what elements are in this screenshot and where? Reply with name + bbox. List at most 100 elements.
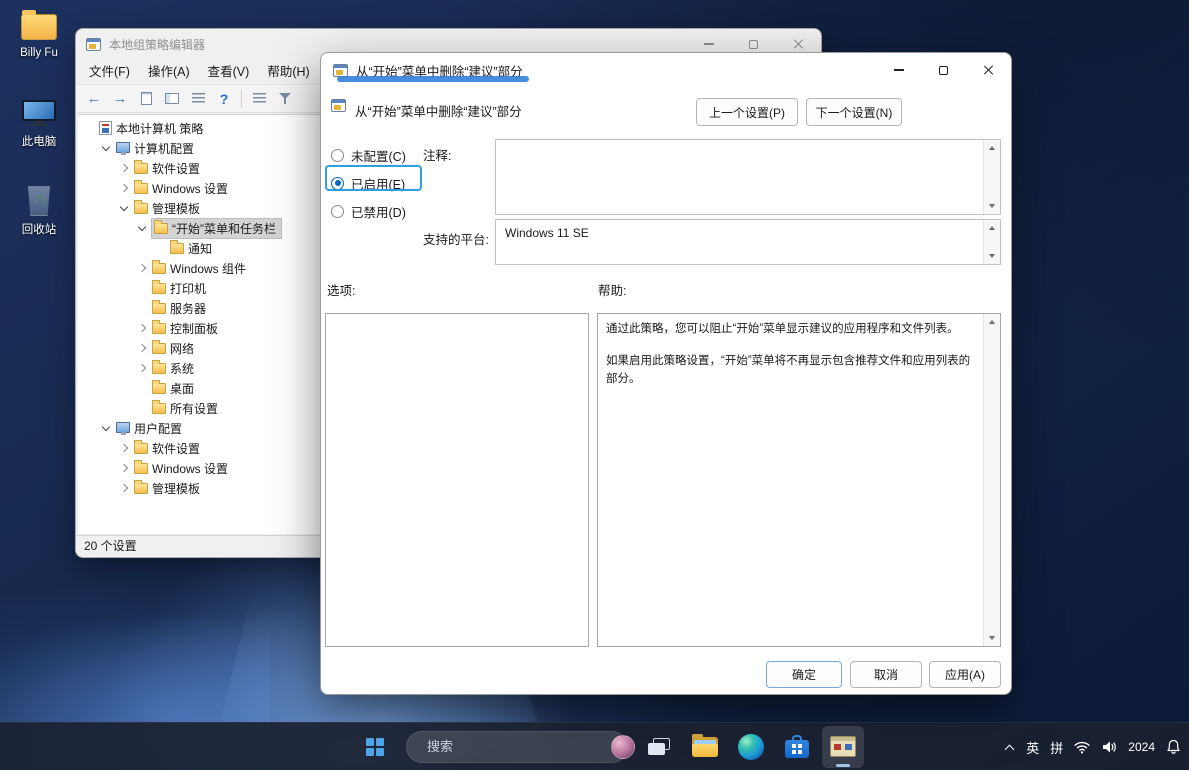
chevron-collapsed-icon[interactable]: [119, 163, 130, 174]
wifi-icon[interactable]: [1074, 740, 1090, 754]
taskbar-clock[interactable]: 2024: [1128, 740, 1155, 754]
recycle-bin-icon: [27, 187, 51, 216]
chevron-collapsed-icon[interactable]: [119, 183, 130, 194]
export-list-button[interactable]: [186, 88, 210, 110]
folder-icon: [134, 443, 148, 454]
scroll-up-button[interactable]: [984, 220, 1000, 236]
chevron-collapsed-icon[interactable]: [137, 323, 148, 334]
gpedit-window-title: 本地组策略编辑器: [109, 36, 205, 53]
folder-icon: [152, 383, 166, 394]
desktop-icon-label: 此电脑: [8, 133, 70, 149]
filter-button[interactable]: [273, 88, 297, 110]
options-label: 选项:: [327, 280, 355, 299]
dialog-minimize-button[interactable]: [876, 53, 921, 87]
chevron-collapsed-icon[interactable]: [119, 463, 130, 474]
scroll-down-button[interactable]: [984, 630, 1000, 646]
apply-button[interactable]: 应用(A): [929, 661, 1001, 688]
edge-browser-button[interactable]: [730, 726, 772, 768]
chevron-collapsed-icon[interactable]: [119, 483, 130, 494]
task-view-button[interactable]: [638, 726, 680, 768]
document-icon: [141, 92, 152, 105]
desktop-icon-this-pc[interactable]: 此电脑: [8, 96, 70, 149]
policy-icon: [331, 99, 346, 112]
chevron-collapsed-icon[interactable]: [137, 363, 148, 374]
scroll-up-button[interactable]: [984, 140, 1000, 156]
folder-icon: [134, 163, 148, 174]
scroll-up-button[interactable]: [984, 314, 1000, 330]
desktop-icon-label: 回收站: [8, 221, 70, 237]
console-tree-button[interactable]: [160, 88, 184, 110]
scroll-down-button[interactable]: [984, 198, 1000, 214]
menu-action[interactable]: 操作(A): [139, 59, 199, 85]
taskbar: 英 拼 2024: [0, 722, 1189, 770]
cancel-button[interactable]: 取消: [850, 661, 922, 688]
user-folder-icon: [21, 14, 57, 40]
forward-button[interactable]: →: [108, 88, 132, 110]
notification-bell-icon[interactable]: [1166, 739, 1181, 755]
chevron-expanded-icon[interactable]: [101, 423, 112, 434]
list-icon: [192, 93, 205, 104]
radio-disabled[interactable]: 已禁用(D): [331, 201, 406, 221]
show-list-button[interactable]: [247, 88, 271, 110]
comment-field[interactable]: [495, 139, 1001, 215]
system-tray: 英 拼 2024: [1004, 723, 1181, 770]
menu-file[interactable]: 文件(F): [80, 59, 139, 85]
dialog-app-icon: [333, 64, 348, 77]
input-language-english[interactable]: 英: [1026, 738, 1039, 757]
scroll-down-button[interactable]: [984, 248, 1000, 264]
document-button[interactable]: [134, 88, 158, 110]
dialog-close-button[interactable]: [966, 53, 1011, 87]
file-explorer-icon: [692, 737, 718, 757]
ok-button[interactable]: 确定: [766, 661, 842, 688]
chevron-expanded-icon[interactable]: [137, 223, 148, 234]
menu-view[interactable]: 查看(V): [199, 59, 259, 85]
microsoft-store-button[interactable]: [776, 726, 818, 768]
supported-platforms-label: 支持的平台:: [423, 229, 489, 248]
selected-tree-item: “开始”菜单和任务栏: [152, 219, 281, 238]
tray-overflow-chevron-icon[interactable]: [1004, 742, 1015, 753]
comment-scrollbar: [983, 140, 1000, 214]
search-input[interactable]: [427, 739, 603, 754]
input-method-pinyin[interactable]: 拼: [1050, 738, 1063, 757]
start-button[interactable]: [354, 726, 396, 768]
radio-circle-icon: [331, 149, 344, 162]
next-setting-button[interactable]: 下一个设置(N): [806, 98, 902, 126]
help-panel: 通过此策略，您可以阻止“开始”菜单显示建议的应用程序和文件列表。 如果启用此策略…: [597, 313, 1001, 647]
help-button[interactable]: ?: [212, 88, 236, 110]
file-explorer-button[interactable]: [684, 726, 726, 768]
task-view-icon: [648, 738, 670, 755]
desktop-icon-label: Billy Fu: [8, 47, 70, 59]
desktop-icon-billy-fu[interactable]: Billy Fu: [8, 10, 70, 59]
folder-icon: [152, 303, 166, 314]
help-scrollbar: [983, 314, 1000, 646]
windows-logo-icon: [366, 738, 384, 756]
folder-icon: [154, 223, 168, 234]
desktop: Billy Fu 此电脑 回收站 本地组策略编辑器 文件(F) 操作(A) 查看…: [0, 0, 1189, 770]
menu-help[interactable]: 帮助(H): [258, 59, 318, 85]
folder-icon: [134, 203, 148, 214]
folder-icon: [170, 243, 184, 254]
toolbar-separator: [241, 90, 242, 108]
help-label: 帮助:: [598, 280, 626, 299]
folder-icon: [152, 323, 166, 334]
supported-platforms-field: Windows 11 SE: [495, 219, 1001, 265]
folder-icon: [152, 343, 166, 354]
list-icon: [253, 93, 266, 104]
gpedit-taskbar-button[interactable]: [822, 726, 864, 768]
dialog-maximize-button[interactable]: [921, 53, 966, 87]
chevron-expanded-icon[interactable]: [119, 203, 130, 214]
desktop-icon-recycle-bin[interactable]: 回收站: [8, 184, 70, 237]
back-button[interactable]: ←: [82, 88, 106, 110]
user-config-icon: [116, 422, 130, 433]
previous-setting-button[interactable]: 上一个设置(P): [696, 98, 798, 126]
folder-icon: [152, 283, 166, 294]
chevron-collapsed-icon[interactable]: [137, 343, 148, 354]
folder-icon: [134, 463, 148, 474]
chevron-collapsed-icon[interactable]: [119, 443, 130, 454]
chevron-collapsed-icon[interactable]: [137, 263, 148, 274]
chevron-expanded-icon[interactable]: [101, 143, 112, 154]
dialog-titlebar[interactable]: 从“开始”菜单中删除“建议”部分: [321, 53, 1011, 87]
taskbar-search-box[interactable]: [406, 731, 628, 763]
speaker-icon[interactable]: [1101, 740, 1117, 754]
radio-not-configured[interactable]: 未配置(C): [331, 145, 406, 165]
